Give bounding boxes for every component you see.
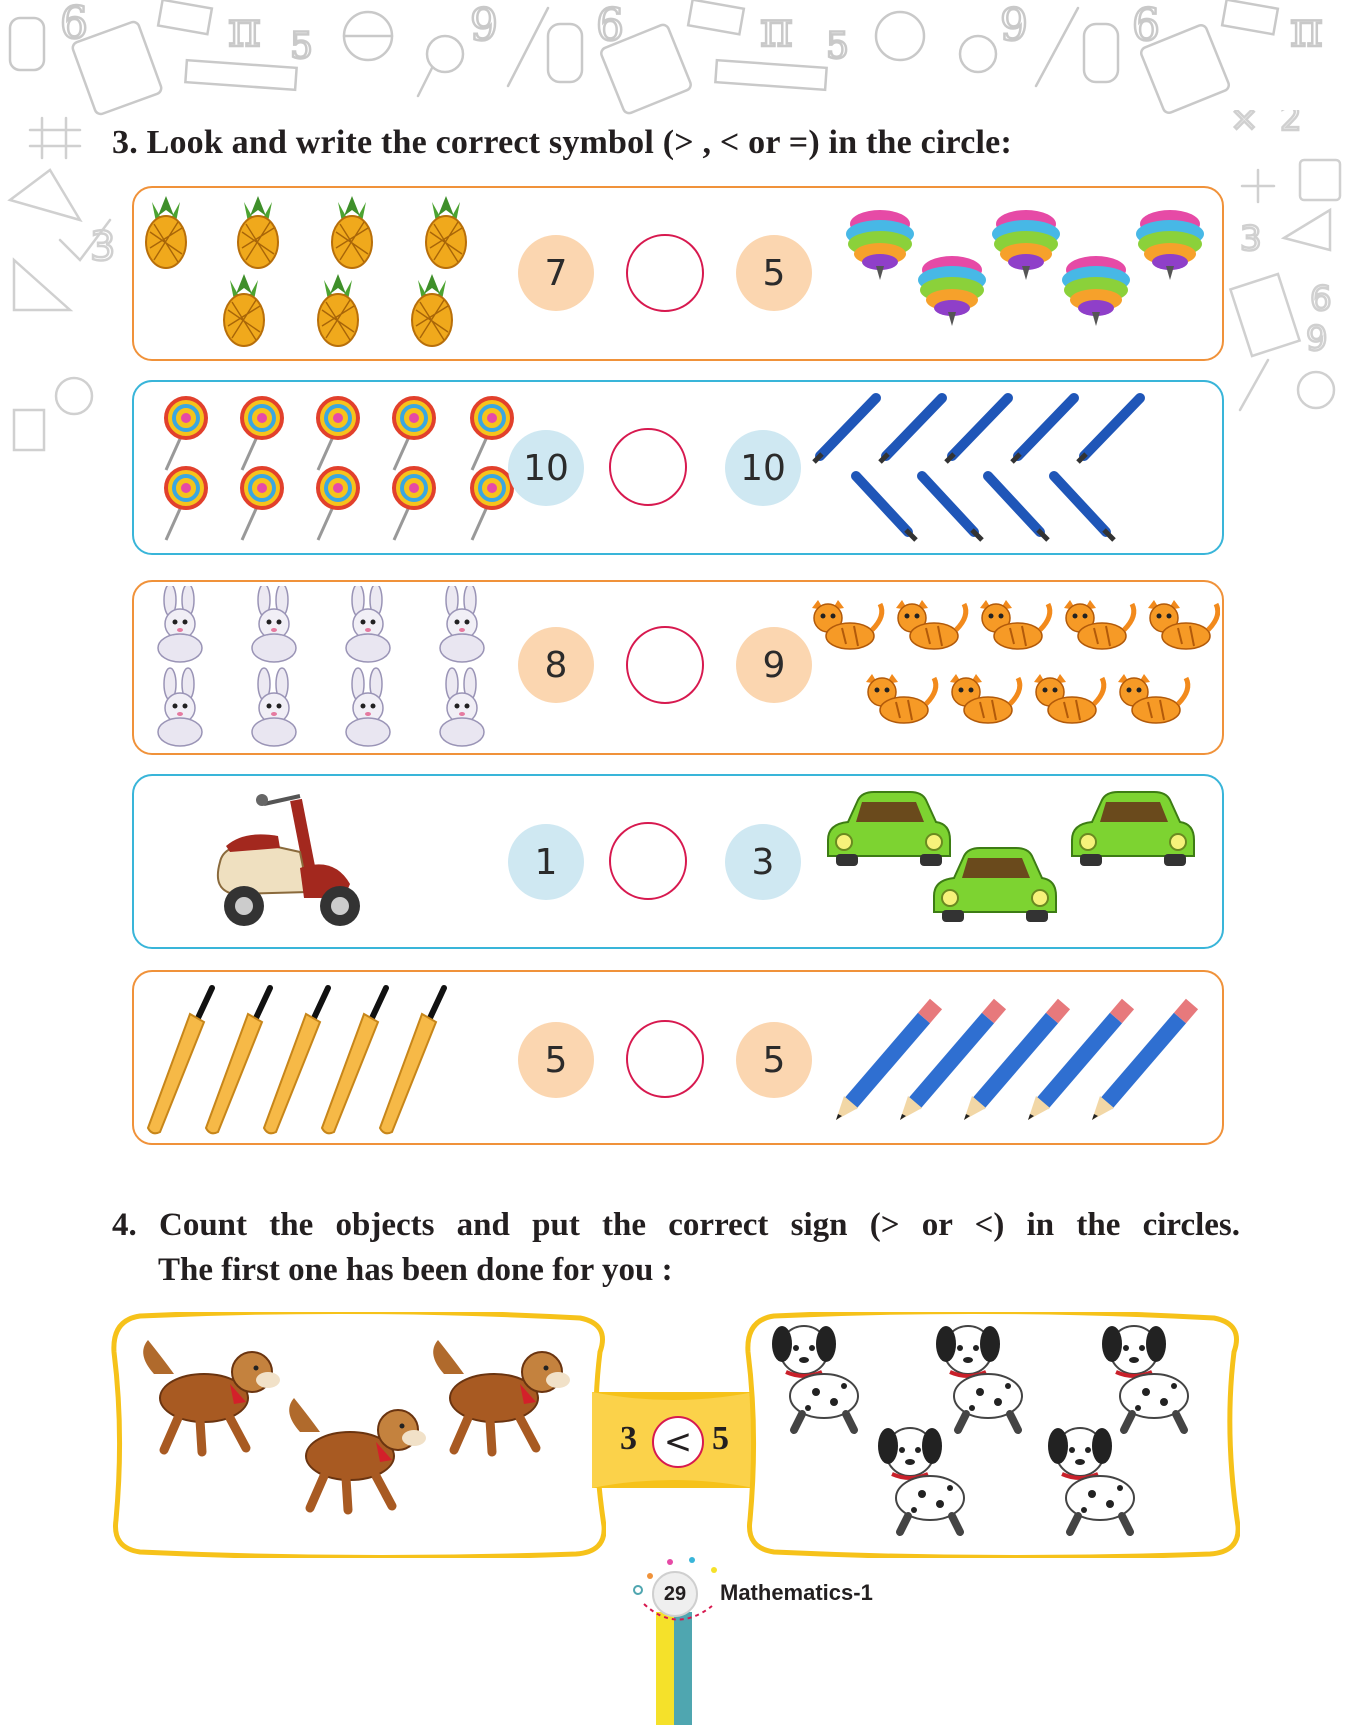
- answer-circle-1[interactable]: [626, 234, 704, 312]
- left-count-4: 1: [508, 824, 584, 900]
- example-left-count: 3: [620, 1420, 637, 1457]
- svg-text:×: ×: [1230, 110, 1259, 139]
- example-sign-circle: <: [652, 1416, 704, 1468]
- question-4-subheading: The first one has been done for you :: [158, 1252, 673, 1288]
- svg-text:5: 5: [826, 26, 849, 67]
- cricket-bat-group: [146, 982, 486, 1140]
- svg-text:5: 5: [290, 26, 313, 67]
- svg-text:2: 2: [1280, 110, 1302, 139]
- svg-text:9: 9: [1306, 319, 1328, 359]
- page-number: 29: [652, 1571, 698, 1617]
- cat-group: [798, 596, 1220, 736]
- answer-circle-2[interactable]: [609, 428, 687, 506]
- scooter-group: [216, 794, 360, 926]
- spinning-top-group: [846, 210, 1204, 326]
- svg-text:3: 3: [1240, 219, 1262, 259]
- svg-text:6: 6: [596, 0, 624, 51]
- right-count-5: 5: [736, 1022, 812, 1098]
- pineapple-group: [145, 195, 467, 347]
- question-4-heading: 4. Count the objects and put the correct…: [112, 1207, 1240, 1243]
- question-3-heading: 3. Look and write the correct symbol (> …: [112, 124, 1012, 161]
- svg-text:9: 9: [1000, 0, 1028, 51]
- right-doodle-strip: × 2 3 6 9: [1229, 110, 1342, 412]
- answer-circle-5[interactable]: [626, 1020, 704, 1098]
- rabbit-group: [157, 586, 485, 747]
- svg-text:π: π: [760, 0, 793, 58]
- right-count-2: 10: [725, 430, 801, 506]
- left-count-1: 7: [518, 235, 594, 311]
- left-count-2: 10: [508, 430, 584, 506]
- math-doodle-background: 6 π 5 9 6 π 5 9 6 π: [8, 0, 1324, 116]
- pen-group: [806, 388, 1166, 552]
- svg-text:9: 9: [470, 0, 498, 51]
- book-title: Mathematics-1: [720, 1580, 873, 1605]
- svg-text:6: 6: [60, 0, 88, 49]
- lollipop-group: [164, 396, 514, 542]
- pencil-group: [830, 996, 1216, 1122]
- left-count-5: 5: [518, 1022, 594, 1098]
- car-group: [827, 791, 1195, 923]
- right-count-4: 3: [725, 824, 801, 900]
- right-count-1: 5: [736, 235, 812, 311]
- dog-panel: [111, 1312, 606, 1558]
- answer-circle-4[interactable]: [609, 822, 687, 900]
- answer-circle-3[interactable]: [626, 626, 704, 704]
- example-right-count: 5: [712, 1420, 729, 1457]
- puppy-panel: [745, 1312, 1240, 1558]
- svg-text:6: 6: [1310, 279, 1332, 319]
- left-doodle-strip: 3: [7, 116, 117, 452]
- svg-text:π: π: [228, 0, 261, 58]
- left-count-3: 8: [518, 627, 594, 703]
- svg-text:π: π: [1290, 0, 1323, 58]
